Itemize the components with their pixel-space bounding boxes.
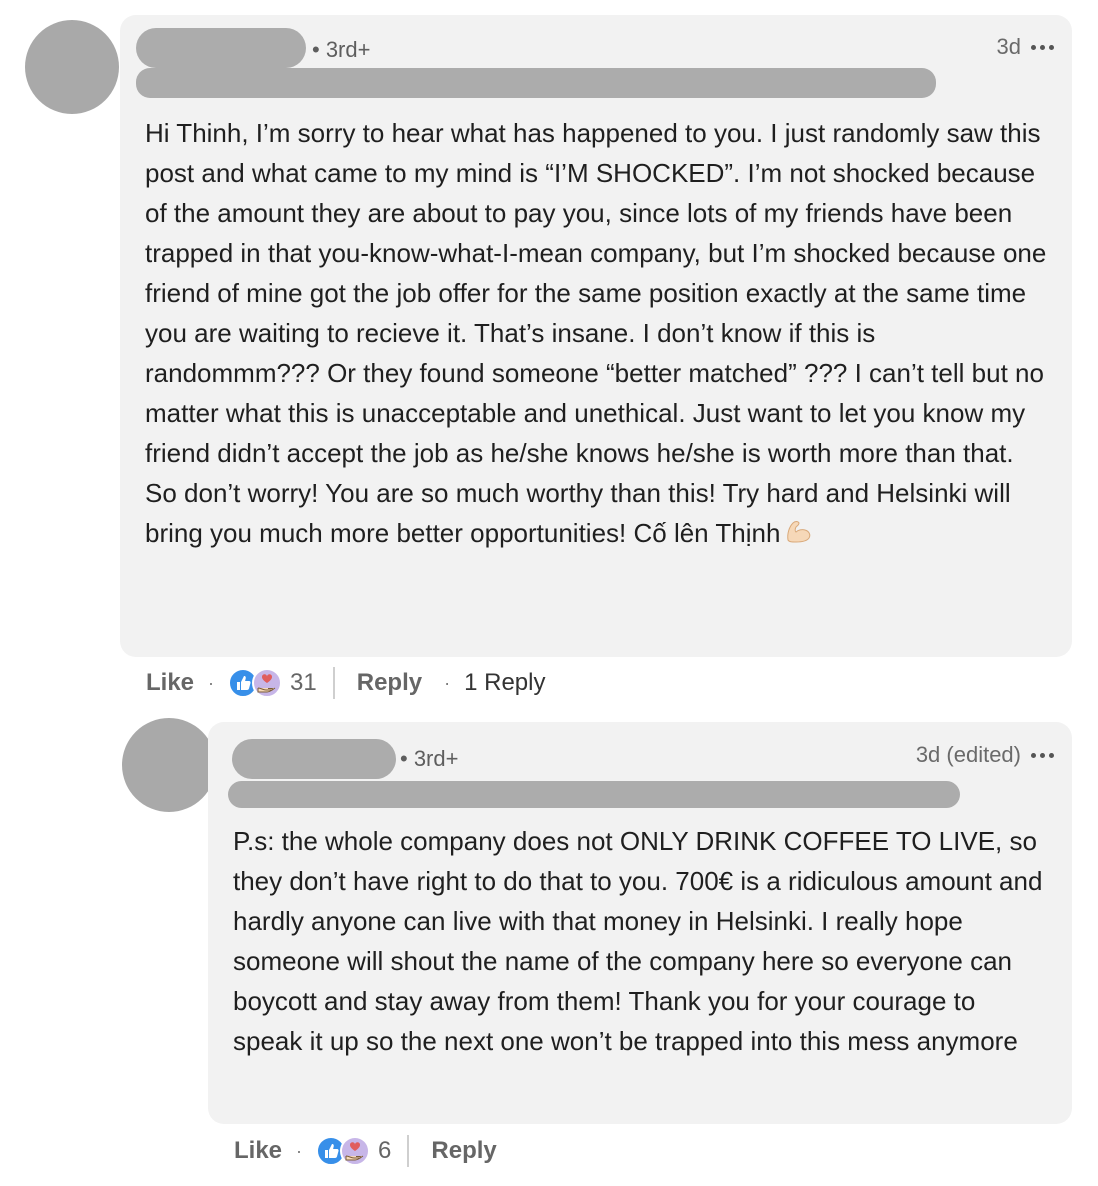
redacted-replier-headline xyxy=(228,781,960,808)
reaction-count[interactable]: 6 xyxy=(378,1137,391,1165)
redacted-commenter-headline xyxy=(136,68,936,98)
divider xyxy=(407,1135,410,1167)
separator-dot: · xyxy=(296,1140,303,1161)
like-button[interactable]: Like xyxy=(234,1137,282,1165)
reply-button[interactable]: Reply xyxy=(357,669,422,697)
comment-bubble: • 3rd+ 3d Hi Thinh, I’m sorry to hear wh… xyxy=(120,15,1072,657)
replies-count-link[interactable]: 1 Reply xyxy=(464,669,545,697)
separator-dot: · xyxy=(208,672,215,693)
comment-text: Hi Thinh, I’m sorry to hear what has hap… xyxy=(145,113,1050,555)
support-reaction-icon xyxy=(252,668,283,698)
redacted-replier-name[interactable] xyxy=(232,739,396,779)
commenter-avatar[interactable] xyxy=(25,20,119,114)
comment-timestamp: 3d xyxy=(996,34,1021,59)
reaction-count[interactable]: 31 xyxy=(290,669,317,697)
flexed-biceps-icon xyxy=(784,515,812,555)
connection-degree: • 3rd+ xyxy=(400,746,459,771)
comment-actions: Like · 31 Reply · 1 Reply xyxy=(146,664,545,702)
replier-avatar[interactable] xyxy=(122,718,216,812)
connection-degree: • 3rd+ xyxy=(312,37,371,62)
redacted-commenter-name[interactable] xyxy=(136,28,306,68)
reaction-icons[interactable] xyxy=(228,668,283,698)
reply-meta: 3d (edited) xyxy=(916,742,1054,768)
more-options-icon[interactable] xyxy=(1031,752,1054,758)
reply-text: P.s: the whole company does not ONLY DRI… xyxy=(233,826,1043,1056)
support-reaction-icon xyxy=(340,1136,371,1166)
reply-button[interactable]: Reply xyxy=(431,1137,496,1165)
reply-timestamp: 3d (edited) xyxy=(915,742,1021,767)
comment-meta: 3d xyxy=(997,34,1054,60)
like-button[interactable]: Like xyxy=(146,669,194,697)
reaction-icons[interactable] xyxy=(316,1136,371,1166)
reply-bubble: • 3rd+ 3d (edited) P.s: the whole compan… xyxy=(208,722,1072,1124)
separator-dot: · xyxy=(444,672,451,693)
reply-actions: Like · 6 Reply xyxy=(234,1132,497,1170)
more-options-icon[interactable] xyxy=(1031,44,1054,50)
divider xyxy=(332,667,335,699)
